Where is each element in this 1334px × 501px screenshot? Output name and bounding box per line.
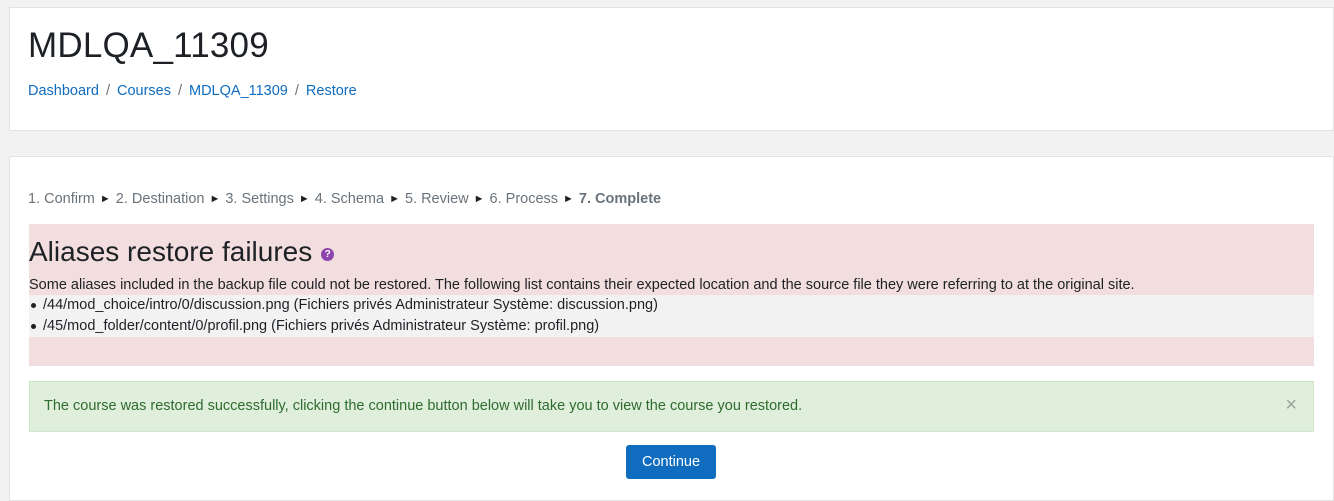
breadcrumb-separator: /	[294, 83, 299, 99]
step-arrow-icon: ►	[473, 193, 485, 205]
step-review: 5. Review	[404, 191, 469, 207]
step-arrow-icon: ►	[209, 193, 221, 205]
aliases-list: /44/mod_choice/intro/0/discussion.png (F…	[29, 295, 1314, 337]
step-arrow-icon: ►	[298, 193, 310, 205]
step-settings: 3. Settings	[225, 191, 294, 207]
continue-button[interactable]: Continue	[626, 445, 716, 479]
close-icon[interactable]: ×	[1285, 394, 1297, 417]
help-icon[interactable]: ?	[321, 247, 335, 261]
breadcrumb-separator: /	[105, 83, 110, 99]
step-confirm: 1. Confirm	[28, 191, 95, 207]
step-destination: 2. Destination	[115, 191, 205, 207]
breadcrumb-separator: /	[177, 83, 182, 99]
breadcrumb-courses[interactable]: Courses	[117, 83, 171, 99]
alert-message: The course was restored successfully, cl…	[44, 398, 803, 414]
step-complete: 7. Complete	[578, 191, 662, 207]
list-item: /45/mod_folder/content/0/profil.png (Fic…	[29, 316, 1314, 337]
aliases-description: Some aliases included in the backup file…	[29, 277, 1135, 293]
step-schema: 4. Schema	[314, 191, 385, 207]
main-content: 1. Confirm ► 2. Destination ► 3. Setting…	[9, 156, 1334, 501]
aliases-title: Aliases restore failures	[29, 236, 313, 267]
step-process: 6. Process	[489, 191, 559, 207]
page-title: MDLQA_11309	[28, 26, 269, 65]
list-item: /44/mod_choice/intro/0/discussion.png (F…	[29, 295, 1314, 316]
page-header: MDLQA_11309 Dashboard / Courses / MDLQA_…	[9, 7, 1334, 131]
step-arrow-icon: ►	[389, 193, 400, 205]
breadcrumb-course[interactable]: MDLQA_11309	[189, 83, 288, 99]
breadcrumb-restore[interactable]: Restore	[306, 83, 357, 99]
breadcrumb: Dashboard / Courses / MDLQA_11309 / Rest…	[28, 83, 357, 99]
restore-steps: 1. Confirm ► 2. Destination ► 3. Setting…	[28, 191, 661, 207]
step-arrow-icon: ►	[99, 193, 111, 205]
breadcrumb-dashboard[interactable]: Dashboard	[28, 83, 99, 99]
aliases-failure-box: Aliases restore failures ? Some aliases …	[29, 224, 1314, 366]
aliases-heading: Aliases restore failures ?	[29, 236, 335, 268]
step-arrow-icon: ►	[563, 193, 574, 205]
success-alert: The course was restored successfully, cl…	[29, 381, 1314, 432]
